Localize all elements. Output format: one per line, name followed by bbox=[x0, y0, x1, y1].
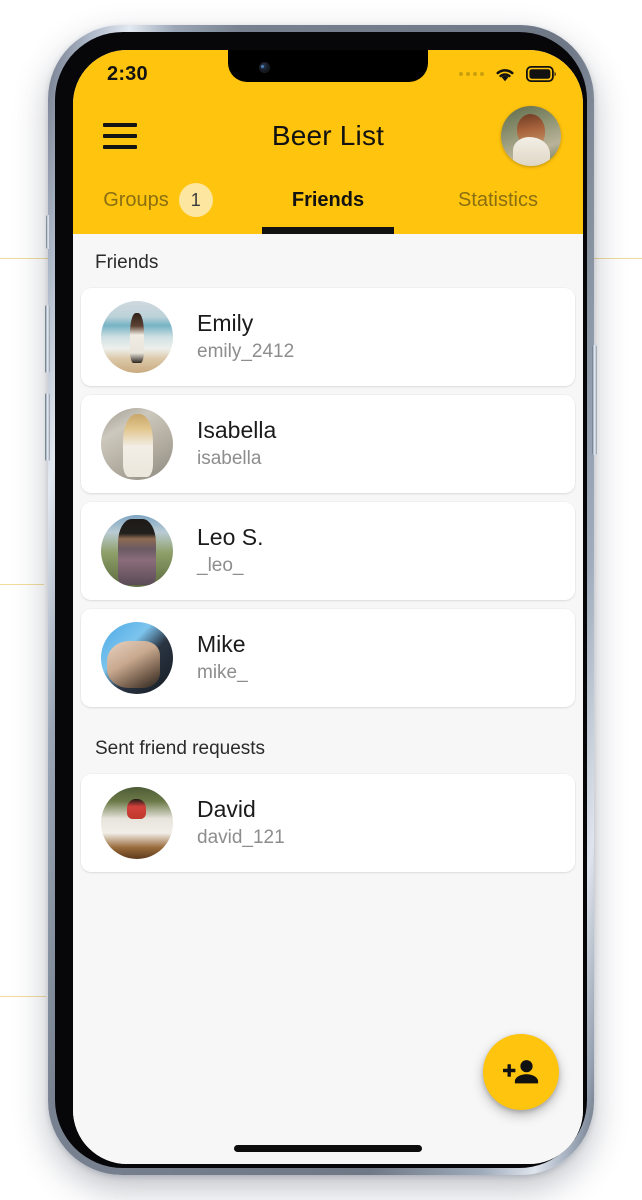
guide-line-top-right bbox=[594, 258, 642, 259]
friends-list: Emily emily_2412 Isabella isabella Leo S… bbox=[73, 288, 583, 707]
avatar bbox=[101, 515, 173, 587]
silent-switch-button[interactable] bbox=[46, 215, 50, 249]
list-item-username: _leo_ bbox=[197, 555, 244, 577]
volume-down-button[interactable] bbox=[45, 393, 50, 461]
avatar bbox=[101, 408, 173, 480]
list-item-username: emily_2412 bbox=[197, 341, 295, 363]
sent-requests-list: David david_121 bbox=[73, 774, 583, 872]
list-item[interactable]: David david_121 bbox=[81, 774, 575, 872]
tab-statistics-label: Statistics bbox=[457, 188, 539, 211]
front-camera-icon bbox=[259, 62, 270, 73]
list-item-text: Leo S. _leo_ bbox=[197, 524, 264, 578]
status-bar: 2:30 bbox=[73, 50, 583, 98]
list-item-name: Leo S. bbox=[197, 524, 264, 551]
list-item-username: isabella bbox=[197, 448, 262, 470]
app-bar: Beer List bbox=[73, 98, 583, 174]
notch bbox=[228, 50, 428, 82]
volume-up-button[interactable] bbox=[45, 305, 50, 373]
add-friend-button[interactable] bbox=[483, 1034, 559, 1110]
hamburger-menu-icon[interactable] bbox=[103, 123, 137, 149]
phone-bezel: 2:30 Beer List Groups 1 Friends Statisti… bbox=[55, 32, 587, 1168]
home-indicator[interactable] bbox=[234, 1145, 422, 1152]
list-item-name: Emily bbox=[197, 310, 254, 337]
tab-friends[interactable]: Friends bbox=[243, 174, 413, 234]
list-item-text: Emily emily_2412 bbox=[197, 310, 294, 364]
avatar bbox=[101, 622, 173, 694]
list-item-name: David bbox=[197, 796, 256, 823]
status-indicators bbox=[459, 65, 557, 83]
guide-line-bottom bbox=[0, 996, 46, 997]
tab-groups-label: Groups bbox=[103, 188, 169, 211]
list-item-name: Isabella bbox=[197, 417, 277, 444]
battery-full-icon bbox=[526, 66, 556, 82]
phone-frame: 2:30 Beer List Groups 1 Friends Statisti… bbox=[45, 25, 597, 1175]
list-item[interactable]: Emily emily_2412 bbox=[81, 288, 575, 386]
list-item[interactable]: Mike mike_ bbox=[81, 609, 575, 707]
phone-screen: 2:30 Beer List Groups 1 Friends Statisti… bbox=[73, 50, 583, 1164]
person-add-icon bbox=[503, 1060, 539, 1084]
active-tab-indicator bbox=[261, 227, 395, 234]
signal-dots-icon bbox=[459, 72, 484, 76]
list-item-text: Mike mike_ bbox=[197, 631, 248, 685]
list-item-username: david_121 bbox=[197, 827, 285, 849]
avatar[interactable] bbox=[501, 106, 561, 166]
wifi-icon bbox=[496, 69, 514, 82]
guide-line-mid bbox=[0, 584, 44, 585]
power-button[interactable] bbox=[592, 345, 597, 455]
status-time: 2:30 bbox=[107, 62, 148, 85]
list-item-username: mike_ bbox=[197, 662, 248, 684]
avatar bbox=[101, 787, 173, 859]
list-item[interactable]: Isabella isabella bbox=[81, 395, 575, 493]
avatar bbox=[101, 301, 173, 373]
list-item-name: Mike bbox=[197, 631, 246, 658]
tab-friends-label: Friends bbox=[291, 188, 365, 211]
list-item[interactable]: Leo S. _leo_ bbox=[81, 502, 575, 600]
section-header-sent-requests: Sent friend requests bbox=[95, 738, 266, 759]
tab-statistics[interactable]: Statistics bbox=[413, 174, 583, 234]
list-item-text: Isabella isabella bbox=[197, 417, 276, 471]
section-header-friends: Friends bbox=[95, 252, 159, 273]
content-area: Friends Emily emily_2412 Isabella isabel… bbox=[73, 234, 583, 1164]
tab-bar: Groups 1 Friends Statistics bbox=[73, 174, 583, 234]
tab-groups-badge: 1 bbox=[178, 183, 213, 217]
list-item-text: David david_121 bbox=[197, 796, 285, 850]
tab-groups[interactable]: Groups 1 bbox=[73, 174, 243, 234]
